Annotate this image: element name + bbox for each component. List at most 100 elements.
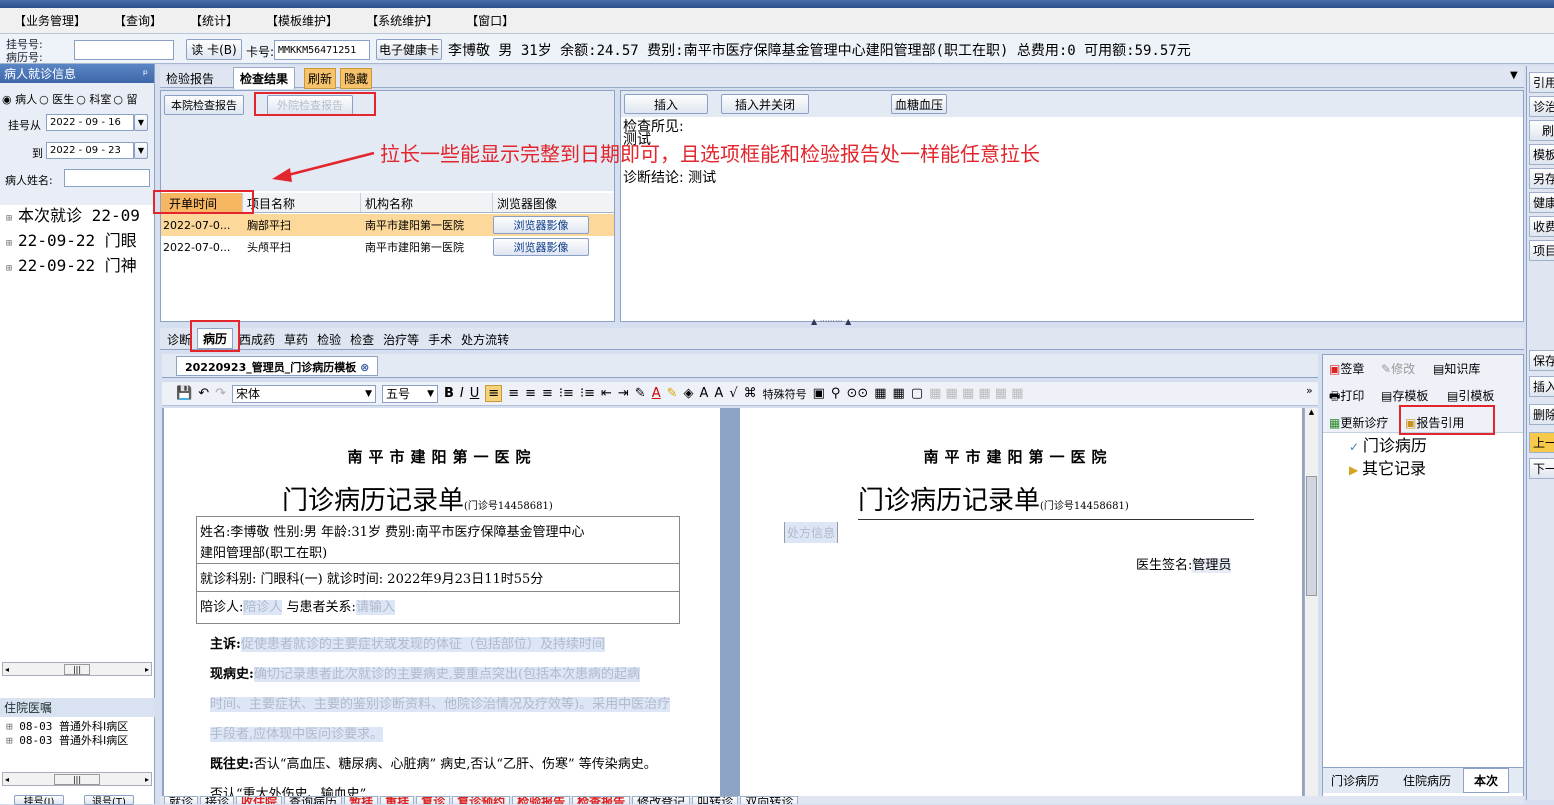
close-icon[interactable]: ⊗ [360,361,369,374]
referral-button[interactable]: 叫转诊 [692,796,739,804]
tab-exam-result[interactable]: 检查结果 [233,67,296,89]
left-scrollbar-2[interactable]: ◂ ||| ▸ [2,772,152,786]
menu-business[interactable]: 【业务管理】 [0,12,100,29]
tab-current[interactable]: 本次 [1463,768,1510,793]
col-image[interactable]: 浏览器图像 [493,193,589,212]
save-template-button[interactable]: ▤存模板 [1381,387,1428,404]
card-no-input[interactable]: MMKKM56471251 [274,40,370,60]
font-size-select[interactable]: 五号 ▼ [382,384,438,403]
relation-input[interactable]: 请输入 [355,600,395,615]
hold-button[interactable]: 暂挂 [344,796,379,804]
special-symbol-button[interactable]: 特殊符号 [763,386,807,402]
glucose-bp-button[interactable]: 血糖血压 [891,94,947,114]
complaint-input[interactable]: 促使患者就诊的主要症状或发现的体征（包括部位）及持续时间 [240,637,605,652]
fill-icon[interactable]: ◈ [684,386,694,401]
menu-stats[interactable]: 【统计】 [176,12,252,29]
radio-patient[interactable]: ◉ 病人 [2,91,37,107]
formula-icon[interactable]: √ [729,386,737,401]
knowledge-button[interactable]: ▤知识库 [1433,360,1480,377]
tree-item[interactable]: ⊞ 22-09-22 门眼 [6,230,140,255]
insert-close-button[interactable]: 插入并关闭 [721,94,809,114]
two-way-referral-button[interactable]: 双向转诊 [740,796,799,804]
align-left-icon[interactable]: ≡ [485,385,503,402]
numbered-list-icon[interactable]: ⁝≡ [580,386,595,401]
tree-item[interactable]: ⊞ 本次就诊 22-09 [6,205,140,230]
radio-stay[interactable]: ○ 留 [113,91,137,107]
tab-outpatient-record[interactable]: 门诊病历 [1323,772,1391,789]
tab-lab[interactable]: 检验 [314,330,344,349]
menu-system[interactable]: 【系统维护】 [352,12,452,29]
tree-item[interactable]: ⊞ 22-09-22 门神 [6,255,140,280]
side-diag-button[interactable]: 诊治 [1529,96,1554,117]
pin-icon[interactable]: ᵖ [143,67,148,81]
side-delete-button[interactable]: 删除 [1529,404,1554,425]
reg-from-dropdown-icon[interactable]: ▼ [134,114,148,131]
internal-report-button[interactable]: 本院检查报告 [164,95,244,115]
modify-register-button[interactable]: 修改登记 [632,796,691,804]
side-insert-button[interactable]: 插入 [1529,376,1554,397]
reg-to-date[interactable]: 2022 - 09 - 23 [46,142,134,159]
col-org-name[interactable]: 机构名称 [361,193,493,212]
tree-item[interactable]: ✓ 门诊病历 [1349,435,1427,458]
lab-report-button[interactable]: 检验报告 [512,796,571,804]
hide-button[interactable]: 隐藏 [340,68,373,89]
tab-inpatient-record[interactable]: 住院病历 [1391,772,1463,789]
rehold-button[interactable]: 重挂 [380,796,415,804]
list-item[interactable]: ⊞ 08-03 普通外科Ⅰ病区 [6,734,128,748]
exam-report-button[interactable]: 检查报告 [572,796,631,804]
page-icon[interactable]: ▢ [911,386,923,401]
bold-icon[interactable]: B [444,386,454,401]
menu-query[interactable]: 【查询】 [100,12,176,29]
tree-item[interactable]: ▶ 其它记录 [1349,458,1427,481]
tabbar-dropdown-icon[interactable]: ▼ [1510,70,1518,81]
history-input[interactable]: 确切记录患者此次就诊的主要病史,要重点突出(包括本次患病的起病 [253,667,641,682]
query-record-button[interactable]: 查询病历 [284,796,343,804]
print-button[interactable]: 🖶打印 [1329,387,1364,408]
tab-exam[interactable]: 检查 [347,330,377,349]
shrink-font-icon[interactable]: A [714,386,723,401]
past-history[interactable]: 否认“高血压、糖尿病、心脏病” 病史,否认“乙肝、伤寒” 等传染病史。 [254,757,657,772]
cite-template-button[interactable]: ▤引模板 [1447,387,1494,404]
read-card-button[interactable]: 读 卡(B) [186,39,242,60]
col-item-name[interactable]: 项目名称 [243,193,361,212]
binoculars-icon[interactable]: ⊙⊙ [846,386,868,401]
visit-button[interactable]: 就诊 [164,796,199,804]
radio-doctor[interactable]: ○ 医生 [39,91,74,107]
side-save-button[interactable]: 保存 [1529,350,1554,371]
tab-rx-flow[interactable]: 处方流转 [458,330,512,349]
splitter-grip-icon[interactable]: ▲ ········· ▲ [811,317,851,326]
refresh-button[interactable]: 刷新 [304,68,337,89]
list-icon[interactable]: ⁝≡ [559,386,574,401]
underline-icon[interactable]: U [470,386,480,401]
table-row[interactable]: 2022-07-0... 胸部平扫 南平市建阳第一医院 浏览器影像 [161,214,614,236]
tab-lab-report[interactable]: 检验报告 [166,70,214,87]
radio-dept[interactable]: ○ 科室 [76,91,111,107]
companion-input[interactable]: 陪诊人 [243,600,283,615]
doc-tab[interactable]: 20220923_管理员_门诊病历模板 ⊗ [176,356,379,376]
menu-template[interactable]: 【模板维护】 [252,12,352,29]
tab-treatment[interactable]: 治疗等 [380,330,422,349]
tab-surgery[interactable]: 手术 [425,330,455,349]
reg-to-dropdown-icon[interactable]: ▼ [134,142,148,159]
outdent-icon[interactable]: ⇥ [618,386,629,401]
indent-icon[interactable]: ⇤ [601,386,612,401]
list-item[interactable]: ⊞ 08-03 普通外科Ⅰ病区 [6,720,128,734]
history-input-3[interactable]: 手段者,应体现中医问诊要求。 [210,727,384,742]
doc-vscrollbar[interactable]: ▲ [1304,408,1318,800]
doctor-signature[interactable]: 管理员 [1192,558,1232,573]
side-prev-button[interactable]: 上一 [1529,432,1554,453]
patient-name-input[interactable] [64,169,150,187]
save-icon[interactable]: 💾 [176,386,192,401]
history-input-2[interactable]: 时间、主要症状、主要的鉴别诊断资料、他院诊治情况及疗效等)。采用中医治疗 [210,697,671,712]
left-scrollbar[interactable]: ◂ ||| ▸ [2,662,152,676]
view-image-button[interactable]: 浏览器影像 [493,238,589,256]
toolbar-overflow-icon[interactable]: » [1306,384,1313,397]
admit-button[interactable]: 收住院 [236,796,283,804]
align-right-icon[interactable]: ≡ [525,386,536,401]
align-center-icon[interactable]: ≡ [508,386,519,401]
side-charge-button[interactable]: 收费 [1529,216,1554,237]
font-color-icon[interactable]: A [652,386,661,401]
brush-icon[interactable]: ✎ [635,386,646,401]
side-cite-button[interactable]: 引用 [1529,72,1554,93]
insert-button[interactable]: 插入 [624,94,708,114]
